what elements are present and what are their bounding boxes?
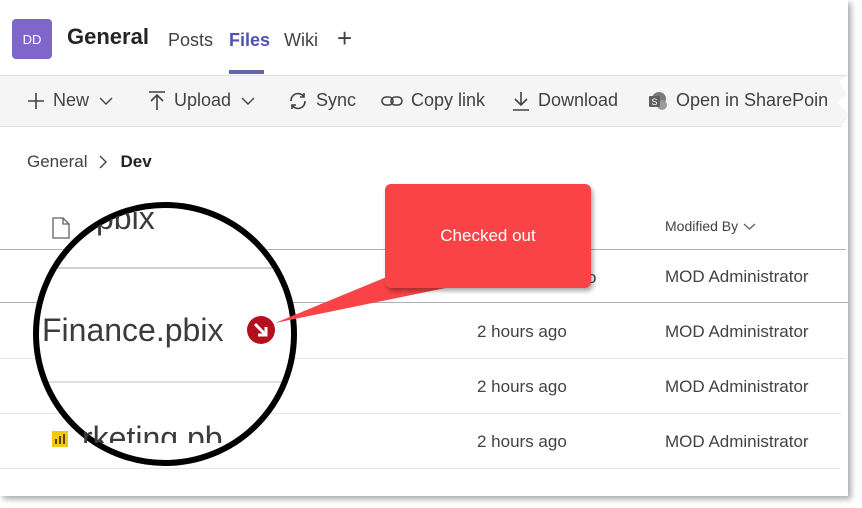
- channel-title: General: [67, 24, 149, 49]
- teams-files-view: DD General Posts Files Wiki + New Upload…: [0, 0, 848, 496]
- copy-link-button[interactable]: Copy link: [381, 90, 485, 111]
- link-icon: [381, 95, 403, 106]
- torn-edge-right: [836, 0, 848, 496]
- command-toolbar: New Upload Sync Copy link Download S Ope…: [0, 76, 848, 126]
- breadcrumb: General Dev: [27, 152, 152, 172]
- torn-edge-bottom: [0, 479, 848, 496]
- checked-out-arrow-icon: [247, 316, 275, 344]
- sync-button[interactable]: Sync: [288, 90, 356, 111]
- tab-posts[interactable]: Posts: [168, 30, 213, 51]
- chevron-down-icon: [241, 97, 255, 105]
- magnified-lower-file-name: rketing.pb: [82, 420, 223, 456]
- upload-label: Upload: [174, 90, 232, 110]
- download-label: Download: [538, 90, 619, 110]
- chevron-down-icon: [743, 223, 756, 230]
- tab-wiki[interactable]: Wiki: [284, 30, 318, 51]
- breadcrumb-current: Dev: [120, 152, 152, 171]
- row-modified: 2 hours ago: [477, 377, 567, 396]
- open-in-sharepoint-label: Open in SharePoin: [676, 90, 829, 110]
- row-divider: [0, 413, 848, 414]
- magnified-file-name[interactable]: Finance.pbix: [42, 312, 223, 349]
- callout-text: Checked out: [440, 226, 536, 245]
- upload-icon: [149, 90, 165, 110]
- row-modified-by: MOD Administrator: [665, 322, 809, 341]
- upload-button[interactable]: Upload: [148, 90, 263, 111]
- sharepoint-icon: S: [649, 91, 667, 110]
- row-modified: 2 hours ago: [477, 432, 567, 451]
- new-button[interactable]: New: [27, 90, 121, 111]
- modified-by-header-label: Modified By: [665, 218, 739, 234]
- row-modified-by: MOD Administrator: [665, 432, 809, 451]
- plus-icon: [28, 92, 44, 109]
- row-modified-by: MOD Administrator: [665, 267, 809, 286]
- open-in-sharepoint-button[interactable]: S Open in SharePoin: [648, 90, 828, 111]
- row-divider: [0, 358, 848, 359]
- add-tab-button[interactable]: +: [337, 24, 352, 52]
- copy-link-label: Copy link: [411, 90, 486, 110]
- toolbar-divider: [0, 126, 848, 127]
- sync-icon: [290, 92, 306, 109]
- row-modified: 2 hours ago: [477, 322, 567, 341]
- chevron-right-icon: [99, 155, 108, 169]
- new-label: New: [53, 90, 90, 110]
- team-avatar[interactable]: DD: [12, 19, 52, 59]
- tab-files[interactable]: Files: [229, 30, 270, 51]
- sync-label: Sync: [316, 90, 357, 110]
- file-type-header-icon: [52, 217, 70, 239]
- download-button[interactable]: Download: [512, 90, 618, 111]
- breadcrumb-parent[interactable]: General: [27, 152, 87, 172]
- checked-out-badge: [246, 315, 276, 345]
- chevron-down-icon: [99, 97, 113, 105]
- row-modified-by: MOD Administrator: [665, 377, 809, 396]
- download-icon: [513, 91, 529, 111]
- svg-text:S: S: [651, 97, 657, 107]
- magnified-header-text: pbix: [96, 200, 155, 236]
- team-avatar-initials: DD: [22, 31, 42, 47]
- checked-out-callout: Checked out: [385, 184, 591, 288]
- power-bi-file-icon: [52, 431, 68, 447]
- active-tab-indicator: [229, 70, 264, 74]
- modified-by-column-header[interactable]: Modified By: [665, 218, 756, 234]
- row-divider: [0, 302, 848, 303]
